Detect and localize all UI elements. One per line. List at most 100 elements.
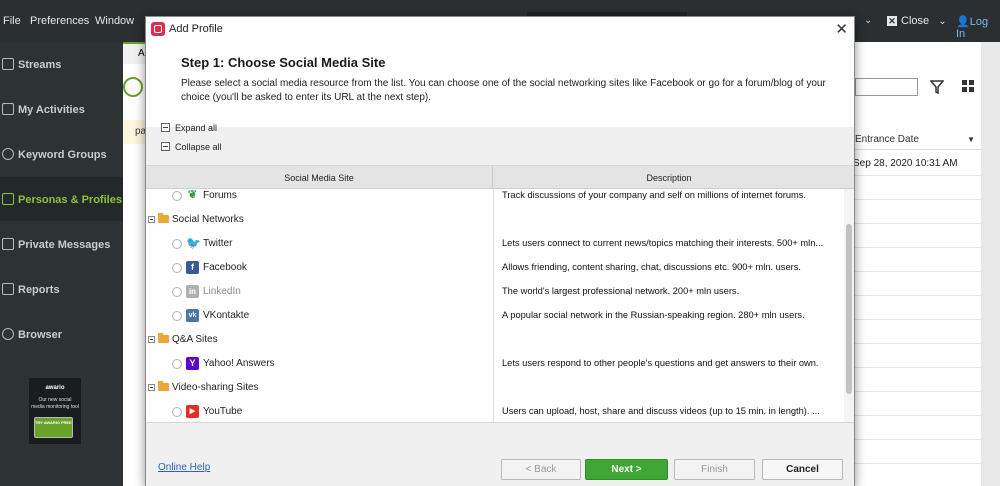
list-item-linkedin[interactable]: in LinkedIn The world's largest professi…	[146, 281, 844, 303]
personas-icon	[2, 193, 14, 205]
column-header-label: Entrance Date	[855, 134, 919, 145]
sidebar-item-label: Personas & Profiles	[18, 194, 122, 206]
menu-window[interactable]: Window	[95, 15, 134, 27]
column-header-entrance-date[interactable]: Entrance Date ▼	[855, 130, 981, 150]
group-name: Social Networks	[172, 214, 244, 225]
divider	[855, 463, 981, 464]
divider	[855, 271, 981, 272]
sidebar-item-label: Streams	[18, 59, 62, 71]
grid-view-icon[interactable]	[962, 80, 975, 93]
step-header: Step 1: Choose Social Media Site Please …	[146, 41, 854, 127]
search-input[interactable]	[855, 78, 918, 96]
folder-icon	[158, 381, 169, 391]
tab-active[interactable]: A	[123, 42, 147, 64]
close-dialog-button[interactable]: ✕	[835, 20, 848, 38]
collapse-all-button[interactable]: Collapse all	[161, 142, 222, 152]
list-item-youtube[interactable]: ▶ YouTube Users can upload, host, share …	[146, 401, 844, 422]
site-name: Yahoo! Answers	[203, 358, 275, 369]
collapse-toggle-icon[interactable]	[148, 216, 155, 223]
keyword-icon	[2, 148, 14, 160]
group-qa-sites[interactable]: Q&A Sites	[146, 329, 844, 351]
twitter-icon: 🐦	[186, 236, 201, 250]
site-description: Track discussions of your company and se…	[502, 190, 807, 200]
site-name: LinkedIn	[203, 286, 241, 297]
back-button[interactable]: < Back	[501, 459, 581, 480]
expand-all-button[interactable]: Expand all	[161, 123, 217, 133]
online-help-link[interactable]: Online Help	[158, 462, 210, 473]
forums-radio[interactable]	[172, 191, 182, 201]
messages-icon	[2, 238, 14, 250]
next-button[interactable]: Next >	[585, 459, 668, 480]
close-label: Close	[901, 15, 930, 27]
step-description: Please select a social media resource fr…	[181, 78, 826, 103]
cancel-button[interactable]: Cancel	[762, 459, 843, 480]
menu-file[interactable]: File	[3, 15, 21, 27]
facebook-radio[interactable]	[172, 263, 182, 273]
scrollbar[interactable]	[981, 42, 1000, 486]
collapse-toggle-icon[interactable]	[148, 336, 155, 343]
status-circle-icon	[123, 75, 147, 99]
list-item-vkontakte[interactable]: vk VKontakte A popular social network in…	[146, 305, 844, 327]
divider	[855, 247, 981, 248]
add-profile-dialog: Add Profile ✕ Step 1: Choose Social Medi…	[145, 16, 855, 486]
awario-logo: awario	[45, 385, 65, 391]
close-window-button[interactable]: ✕ Close ⌄	[887, 15, 947, 27]
sidebar-item-label: My Activities	[18, 104, 85, 116]
sidebar-item-label: Private Messages	[18, 239, 111, 251]
reports-icon	[2, 283, 14, 295]
divider	[855, 175, 981, 176]
globe-icon	[2, 328, 14, 340]
sort-caret-icon: ▼	[967, 135, 975, 144]
table-cell-date: Sep 28, 2020 10:31 AM	[853, 158, 958, 169]
list-item-facebook[interactable]: f Facebook Allows friending, content sha…	[146, 257, 844, 279]
sidebar-item-streams[interactable]: Streams	[0, 42, 123, 86]
collapse-toggle-icon[interactable]	[148, 384, 155, 391]
twitter-radio[interactable]	[172, 239, 182, 249]
sidebar-item-personas-profiles[interactable]: Personas & Profiles	[0, 177, 123, 221]
site-description: Allows friending, content sharing, chat,…	[502, 262, 801, 272]
divider	[855, 391, 981, 392]
sidebar-item-browser[interactable]: Browser	[0, 312, 123, 356]
group-social-networks[interactable]: Social Networks	[146, 209, 844, 231]
step-title: Step 1: Choose Social Media Site	[181, 55, 386, 70]
sidebar-item-reports[interactable]: Reports	[0, 267, 123, 311]
filter-icon[interactable]	[930, 80, 944, 94]
chevron-down-icon[interactable]: ⌄	[864, 15, 872, 26]
yahoo-answers-radio[interactable]	[172, 359, 182, 369]
divider	[855, 199, 981, 200]
try-awario-button[interactable]: TRY AWARIO FREE	[34, 417, 73, 438]
folder-icon	[158, 213, 169, 223]
site-name: Facebook	[203, 262, 247, 273]
group-video-sharing-sites[interactable]: Video-sharing Sites	[146, 377, 844, 399]
vkontakte-icon: vk	[186, 309, 199, 322]
user-icon: 👤	[956, 16, 970, 28]
group-name: Q&A Sites	[172, 334, 218, 345]
linkedin-radio[interactable]	[172, 287, 182, 297]
finish-button[interactable]: Finish	[674, 459, 755, 480]
linkedin-icon: in	[186, 285, 199, 298]
site-description: Users can upload, host, share and discus…	[502, 406, 820, 416]
scrollbar-thumb[interactable]	[846, 224, 852, 394]
dialog-footer: Online Help < Back Next > Finish Cancel	[146, 424, 854, 486]
folder-icon	[158, 333, 169, 343]
menu-preferences[interactable]: Preferences	[30, 15, 89, 27]
sidebar-item-keyword-groups[interactable]: Keyword Groups	[0, 132, 123, 176]
facebook-icon: f	[186, 261, 199, 274]
vkontakte-radio[interactable]	[172, 311, 182, 321]
expand-icon	[161, 123, 170, 132]
youtube-icon: ▶	[186, 405, 199, 418]
awario-promo-banner[interactable]: awario Our new social media monitoring t…	[28, 377, 82, 445]
divider	[855, 439, 981, 440]
site-name: Forums	[203, 190, 237, 201]
dialog-title: Add Profile	[169, 23, 223, 35]
site-name: VKontakte	[203, 310, 250, 321]
sidebar-item-my-activities[interactable]: My Activities	[0, 87, 123, 131]
youtube-radio[interactable]	[172, 407, 182, 417]
list-item-twitter[interactable]: 🐦 Twitter Lets users connect to current …	[146, 233, 844, 255]
collapse-icon	[161, 142, 170, 151]
sidebar-item-private-messages[interactable]: Private Messages	[0, 222, 123, 266]
list-item-yahoo-answers[interactable]: Y Yahoo! Answers Lets users respond to o…	[146, 353, 844, 375]
forums-icon: ❦	[187, 189, 198, 201]
login-button[interactable]: 👤Log In	[956, 15, 1000, 40]
list-item-forums[interactable]: ❦ Forums Track discussions of your compa…	[146, 185, 844, 207]
